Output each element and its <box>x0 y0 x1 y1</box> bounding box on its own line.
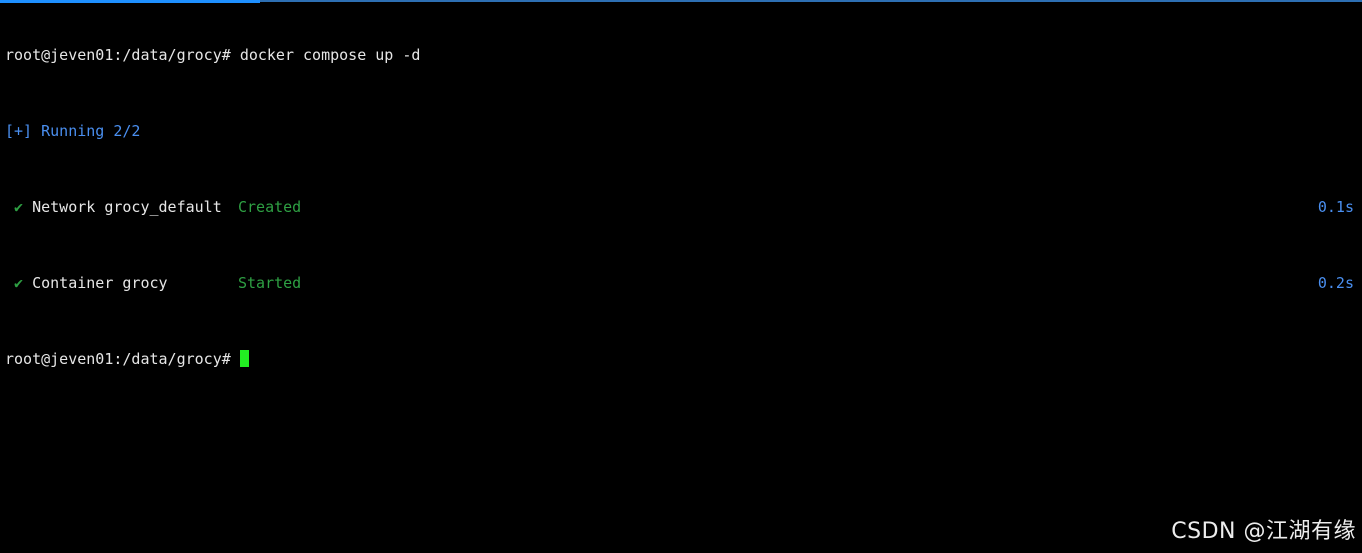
csdn-watermark: CSDN @江湖有缘 <box>1171 519 1356 544</box>
active-tab-indicator <box>0 0 260 3</box>
resource-timing: 0.2s <box>1317 274 1354 292</box>
command-line-1: root@jeven01:/data/grocy# docker compose… <box>5 46 1354 65</box>
resource-status: Started <box>238 274 302 292</box>
running-status-line: [+] Running 2/2 <box>5 122 141 140</box>
resource-timing: 0.1s <box>1317 198 1354 216</box>
terminal-output[interactable]: root@jeven01:/data/grocy# docker compose… <box>5 8 1354 388</box>
resource-status: Created <box>238 198 302 216</box>
checkmark-icon: ✔ <box>14 274 24 292</box>
checkmark-icon: ✔ <box>14 198 24 216</box>
command-text: docker compose up -d <box>239 46 421 64</box>
command-line-2[interactable]: root@jeven01:/data/grocy# <box>5 350 1354 369</box>
text-cursor <box>239 350 249 367</box>
shell-prompt: root@jeven01:/data/grocy# <box>5 46 231 64</box>
resource-label: Network grocy_default <box>32 198 222 216</box>
resource-label: Container grocy <box>32 274 168 292</box>
container-status-line: ✔ Container grocy Started 0.2s <box>5 274 1354 293</box>
window-top-border <box>260 0 1362 2</box>
network-status-line: ✔ Network grocy_default Created 0.1s <box>5 198 1354 217</box>
shell-prompt: root@jeven01:/data/grocy# <box>5 350 231 368</box>
